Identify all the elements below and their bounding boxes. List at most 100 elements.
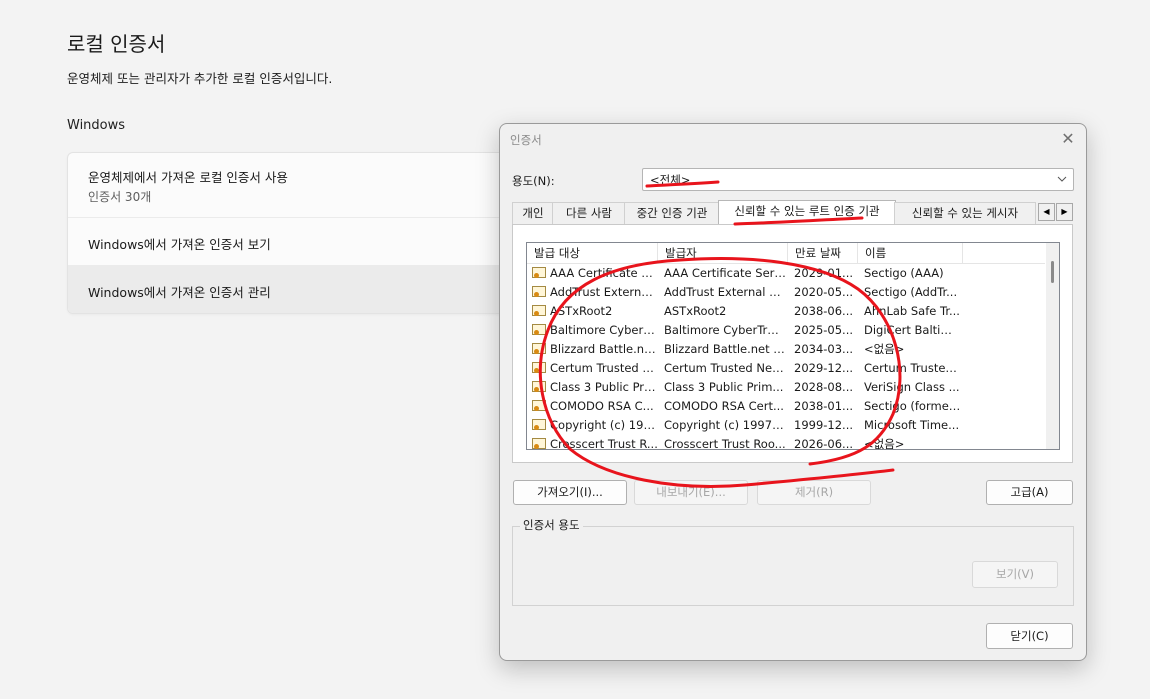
purpose-label: 용도(N):: [512, 174, 555, 188]
cell-issued-to: Class 3 Public Pri...: [550, 380, 658, 394]
certificate-icon: [532, 419, 546, 430]
tab-trusted-root-ca[interactable]: 신뢰할 수 있는 루트 인증 기관: [718, 200, 896, 225]
remove-button[interactable]: 제거(R): [757, 480, 871, 505]
cell-issued-to: ASTxRoot2: [550, 304, 613, 318]
cell-friendly-name: AhnLab Safe Tr...: [864, 304, 960, 318]
cell-issued-by: AAA Certificate Serv...: [664, 266, 786, 280]
close-icon[interactable]: ✕: [1054, 126, 1082, 152]
cell-friendly-name: VeriSign Class ...: [864, 380, 960, 394]
cell-issued-to: AAA Certificate S...: [550, 266, 658, 280]
cell-issued-by: AddTrust External C...: [664, 285, 786, 299]
use-os-certs-row[interactable]: 운영체제에서 가져온 로컬 인증서 사용 인증서 30개: [68, 153, 528, 217]
table-row[interactable]: COMODO RSA C... COMODO RSA Cert... 2038-01…: [527, 397, 1045, 416]
use-os-certs-title: 운영체제에서 가져온 로컬 인증서 사용: [88, 170, 288, 185]
manage-windows-certs-label: Windows에서 가져온 인증서 관리: [88, 285, 271, 300]
import-button[interactable]: 가져오기(I)...: [513, 480, 627, 505]
cell-friendly-name: <없음>: [864, 342, 905, 356]
cell-expiration-date: 2028-08...: [794, 380, 854, 394]
cell-issued-to: Crosscert Trust R...: [550, 437, 658, 450]
cell-expiration-date: 2038-01...: [794, 399, 854, 413]
manage-windows-certs-row[interactable]: Windows에서 가져온 인증서 관리: [68, 265, 528, 313]
chevron-down-icon: [1057, 169, 1067, 192]
purpose-value: <전체>: [650, 173, 691, 187]
cell-issued-to: COMODO RSA C...: [550, 399, 654, 413]
table-row[interactable]: Crosscert Trust R... Crosscert Trust Roo.…: [527, 435, 1045, 450]
cell-friendly-name: Sectigo (former...: [864, 399, 962, 413]
cell-issued-to: Blizzard Battle.net...: [550, 342, 658, 356]
cell-issued-by: Class 3 Public Prim...: [664, 380, 784, 394]
cell-friendly-name: Sectigo (AAA): [864, 266, 944, 280]
cell-issued-by: Crosscert Trust Roo...: [664, 437, 786, 450]
cell-issued-by: Blizzard Battle.net L...: [664, 342, 786, 356]
certificate-icon: [532, 324, 546, 335]
purpose-select[interactable]: <전체>: [642, 168, 1074, 191]
column-expiration[interactable]: 만료 날짜: [788, 243, 858, 263]
cell-friendly-name: Microsoft Time...: [864, 418, 960, 432]
dialog-title: 인증서: [510, 133, 542, 147]
table-row[interactable]: Class 3 Public Pri... Class 3 Public Prim…: [527, 378, 1045, 397]
certificate-list[interactable]: 발급 대상 발급자 만료 날짜 이름 AAA Certificate S... A…: [526, 242, 1060, 450]
tab-trusted-publishers[interactable]: 신뢰할 수 있는 게시자: [894, 202, 1036, 224]
cell-issued-by: ASTxRoot2: [664, 304, 727, 318]
scrollbar-thumb[interactable]: [1051, 261, 1054, 283]
tab-scroll-right-icon[interactable]: ▶: [1056, 203, 1073, 221]
cell-issued-to: Baltimore CyberTr...: [550, 323, 658, 337]
table-row[interactable]: Blizzard Battle.net... Blizzard Battle.ne…: [527, 340, 1045, 359]
certificates-dialog: 인증서 ✕ 용도(N): <전체> 개인 다른 사람 중간 인증 기관 신뢰할 …: [499, 123, 1087, 661]
cell-friendly-name: DigiCert Baltim...: [864, 323, 962, 337]
export-button[interactable]: 내보내기(E)...: [634, 480, 748, 505]
certificate-icon: [532, 343, 546, 354]
view-button[interactable]: 보기(V): [972, 561, 1058, 588]
list-scrollbar[interactable]: [1046, 243, 1059, 449]
cell-friendly-name: Certum Trusted...: [864, 361, 962, 375]
page-description: 운영체제 또는 관리자가 추가한 로컬 인증서입니다.: [67, 71, 333, 86]
tab-intermediate-ca[interactable]: 중간 인증 기관: [624, 202, 720, 224]
close-button[interactable]: 닫기(C): [986, 623, 1073, 649]
certificate-icon: [532, 381, 546, 392]
certificate-icon: [532, 400, 546, 411]
cell-friendly-name: <없음>: [864, 437, 905, 450]
advanced-button[interactable]: 고급(A): [986, 480, 1073, 505]
windows-cert-card: 운영체제에서 가져온 로컬 인증서 사용 인증서 30개 Windows에서 가…: [67, 152, 529, 314]
section-title-windows: Windows: [67, 118, 126, 133]
cell-expiration-date: 2020-05...: [794, 285, 854, 299]
cell-expiration-date: 2029-01...: [794, 266, 854, 280]
cell-friendly-name: Sectigo (AddTr...: [864, 285, 958, 299]
cert-count: 인증서 30개: [88, 190, 152, 204]
cell-expiration-date: 2026-06...: [794, 437, 854, 450]
cell-issued-to: AddTrust External...: [550, 285, 658, 299]
view-windows-certs-label: Windows에서 가져온 인증서 보기: [88, 237, 271, 252]
certificate-icon: [532, 267, 546, 278]
tab-panel: 발급 대상 발급자 만료 날짜 이름 AAA Certificate S... A…: [512, 224, 1073, 463]
cell-issued-to: Certum Trusted N...: [550, 361, 658, 375]
page-title: 로컬 인증서: [67, 32, 166, 56]
cell-expiration-date: 2025-05...: [794, 323, 854, 337]
tab-scroll-left-icon[interactable]: ◀: [1038, 203, 1055, 221]
table-row[interactable]: ASTxRoot2 ASTxRoot2 2038-06... AhnLab Safe …: [527, 302, 1045, 321]
cell-expiration-date: 1999-12...: [794, 418, 854, 432]
table-row[interactable]: AddTrust External... AddTrust External C.…: [527, 283, 1045, 302]
tab-personal[interactable]: 개인: [512, 202, 554, 224]
view-windows-certs-row[interactable]: Windows에서 가져온 인증서 보기: [68, 217, 528, 266]
cell-issued-by: Copyright (c) 1997 ...: [664, 418, 786, 432]
cell-issued-by: COMODO RSA Cert...: [664, 399, 784, 413]
list-header: 발급 대상 발급자 만료 날짜 이름: [527, 243, 1045, 264]
cell-issued-by: Certum Trusted Net...: [664, 361, 786, 375]
cell-issued-to: Copyright (c) 199...: [550, 418, 658, 432]
certificate-icon: [532, 305, 546, 316]
cert-purposes-label: 인증서 용도: [520, 517, 583, 533]
table-row[interactable]: AAA Certificate S... AAA Certificate Serv…: [527, 264, 1045, 283]
table-row[interactable]: Certum Trusted N... Certum Trusted Net...…: [527, 359, 1045, 378]
cell-expiration-date: 2038-06...: [794, 304, 854, 318]
cert-store-tabs: 개인 다른 사람 중간 인증 기관 신뢰할 수 있는 루트 인증 기관 신뢰할 …: [512, 200, 1075, 225]
cell-issued-by: Baltimore CyberTrus...: [664, 323, 786, 337]
cell-expiration-date: 2034-03...: [794, 342, 854, 356]
certificate-icon: [532, 438, 546, 449]
column-friendly-name[interactable]: 이름: [858, 243, 963, 263]
table-row[interactable]: Baltimore CyberTr... Baltimore CyberTrus.…: [527, 321, 1045, 340]
column-issued-to[interactable]: 발급 대상: [527, 243, 658, 263]
certificate-icon: [532, 362, 546, 373]
tab-other-people[interactable]: 다른 사람: [552, 202, 626, 224]
column-issued-by[interactable]: 발급자: [658, 243, 788, 263]
table-row[interactable]: Copyright (c) 199... Copyright (c) 1997 .…: [527, 416, 1045, 435]
